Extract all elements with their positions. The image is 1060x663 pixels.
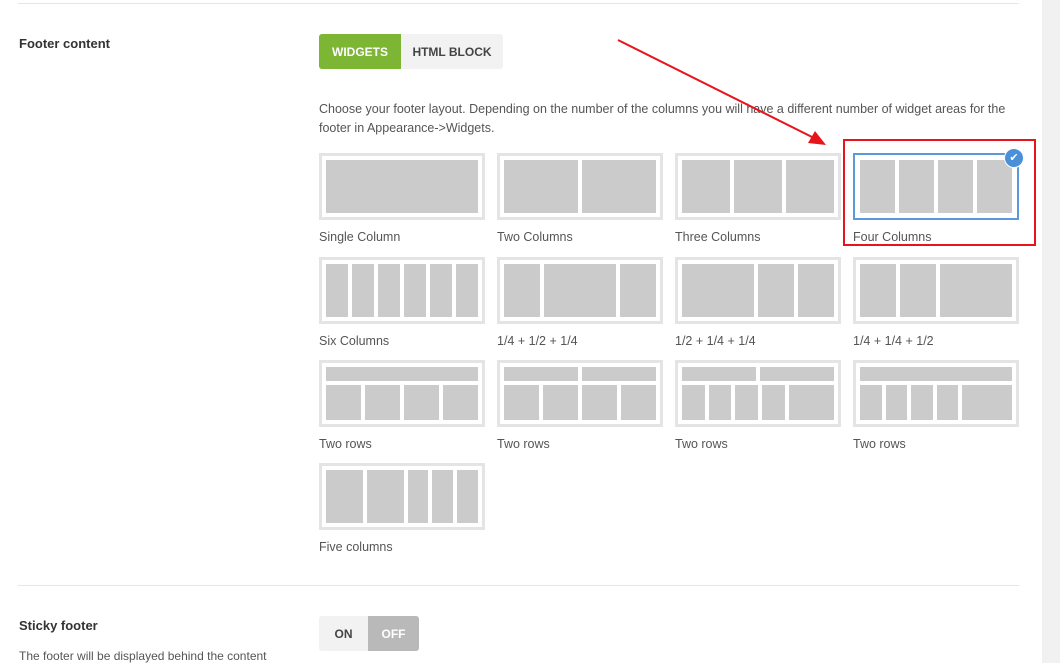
annotation-highlight-box xyxy=(843,139,1036,246)
annotation-arrow-icon xyxy=(617,39,826,145)
